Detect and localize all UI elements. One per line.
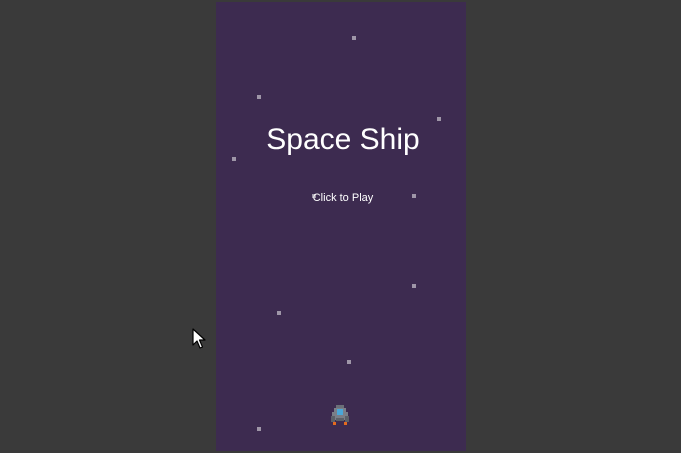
- spaceship-icon: [331, 405, 349, 425]
- star: [352, 36, 356, 40]
- star: [347, 360, 351, 364]
- game-stage: Space Ship Click to Play: [0, 0, 681, 453]
- click-to-play-prompt[interactable]: Click to Play: [216, 191, 466, 205]
- star: [277, 311, 281, 315]
- star: [257, 95, 261, 99]
- game-title: Space Ship: [266, 123, 420, 156]
- star: [257, 427, 261, 431]
- mouse-cursor-icon: [192, 328, 206, 349]
- game-canvas[interactable]: Space Ship Click to Play: [216, 2, 466, 451]
- star: [412, 284, 416, 288]
- star: [437, 117, 441, 121]
